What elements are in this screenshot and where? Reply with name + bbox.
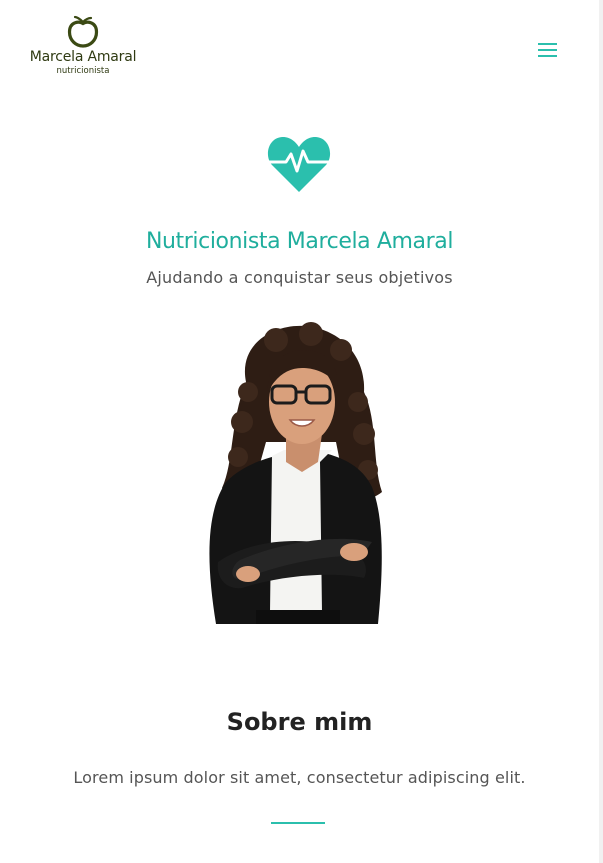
about-text: Lorem ipsum dolor sit amet, consectetur … <box>73 768 526 787</box>
site-logo[interactable]: Marcela Amaral nutricionista <box>22 14 144 84</box>
menu-bar <box>538 49 557 51</box>
scrollbar-track[interactable] <box>599 0 603 863</box>
menu-bar <box>538 55 557 57</box>
about-heading: Sobre mim <box>226 708 373 736</box>
hamburger-menu-icon[interactable] <box>535 38 561 62</box>
page: Marcela Amaral nutricionista Nutricionis… <box>0 0 603 863</box>
logo-subtitle: nutricionista <box>56 66 110 76</box>
hero-subtitle: Ajudando a conquistar seus objetivos <box>146 268 453 287</box>
section-divider <box>271 822 325 824</box>
site-header: Marcela Amaral nutricionista <box>0 0 599 100</box>
logo-name: Marcela Amaral <box>29 49 137 65</box>
hero-title: Nutricionista Marcela Amaral <box>145 229 454 254</box>
apple-outline-icon <box>67 15 99 48</box>
menu-bar <box>538 43 557 45</box>
nutritionist-portrait <box>209 322 382 624</box>
heart-pulse-icon <box>266 136 332 192</box>
